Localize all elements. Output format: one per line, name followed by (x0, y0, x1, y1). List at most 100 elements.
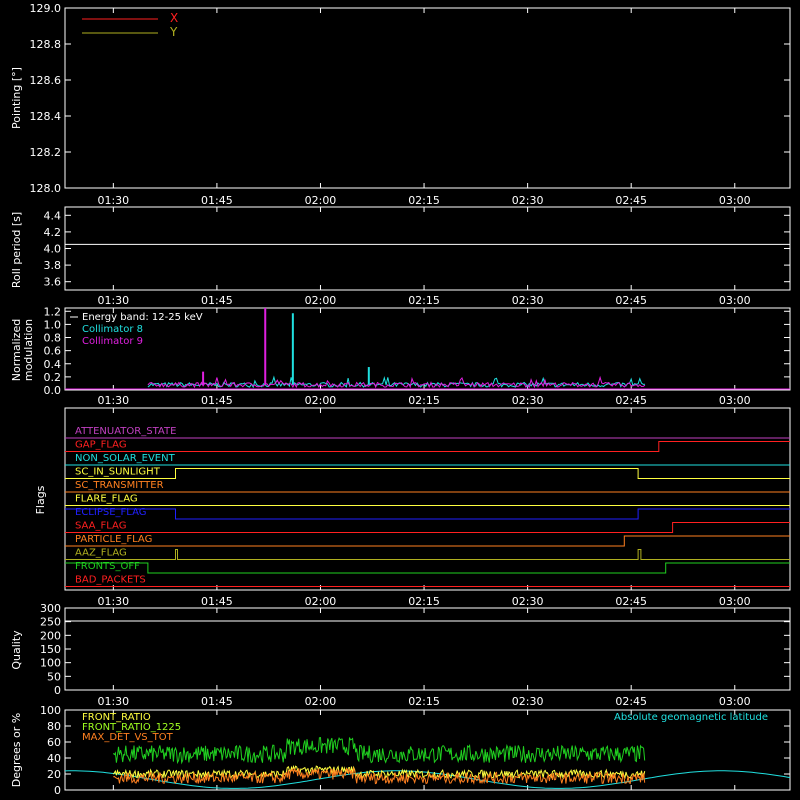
flag-trace-particle-flag (65, 535, 790, 547)
front-ratio-1225-trace (112, 737, 646, 765)
y-tick-label: 0.4 (44, 358, 62, 371)
flag-label-flare-flag: FLARE_FLAG (75, 494, 138, 505)
y-tick-label: 0.2 (44, 371, 62, 384)
time-tick-label: 01:30 (97, 394, 129, 407)
y-tick-label: 80 (47, 720, 61, 733)
time-tick-label: 02:45 (615, 194, 647, 207)
time-tick-label: 02:30 (512, 595, 544, 608)
flag-label-sc-in-sunlight: SC_IN_SUNLIGHT (75, 467, 161, 478)
time-tick-label: 02:00 (305, 294, 337, 307)
y-tick-label: 200 (40, 629, 61, 642)
y-axis-label: Flags (34, 485, 47, 514)
time-tick-label: 02:30 (512, 394, 544, 407)
time-tick-label: 01:45 (201, 294, 233, 307)
y-tick-label: 100 (40, 657, 61, 670)
y-tick-label: 100 (40, 704, 61, 717)
flag-label-attenuator-state: ATTENUATOR_STATE (75, 426, 176, 437)
legend-collimator-8: Collimator 8 (82, 324, 143, 335)
time-tick-label: 02:30 (512, 695, 544, 708)
time-tick-label: 02:15 (408, 294, 440, 307)
y-axis-label-line2: modulation (22, 319, 35, 381)
y-tick-label: 1.0 (44, 318, 62, 331)
time-tick-label: 02:15 (408, 595, 440, 608)
flag-label-bad-packets: BAD_PACKETS (75, 575, 146, 586)
y-tick-label: 60 (47, 736, 61, 749)
time-tick-label: 01:45 (201, 595, 233, 608)
time-tick-label: 01:30 (97, 294, 129, 307)
y-tick-label: 3.6 (44, 276, 62, 289)
time-tick-label: 02:45 (615, 695, 647, 708)
y-tick-label: 40 (47, 752, 61, 765)
y-axis-label: Quality (10, 630, 23, 670)
time-tick-label: 01:30 (97, 194, 129, 207)
y-tick-label: 128.2 (30, 146, 62, 159)
y-tick-label: 0 (54, 684, 61, 697)
time-tick-label: 02:15 (408, 194, 440, 207)
time-tick-label: 01:30 (97, 695, 129, 708)
time-tick-label: 03:00 (719, 294, 751, 307)
y-tick-label: 128.8 (30, 38, 62, 51)
y-tick-label: 4.0 (44, 243, 62, 256)
y-axis-label: Degrees or % (10, 713, 23, 787)
time-tick-label: 02:30 (512, 194, 544, 207)
flag-label-gap-flag: GAP_FLAG (75, 440, 127, 451)
y-tick-label: 0.0 (44, 384, 62, 397)
y-tick-label: 128.4 (30, 110, 62, 123)
pointing-panel: 128.0 128.2 128.4 128.6 128.8 129.0 Pointing [… (10, 2, 791, 207)
ratio-panel: 020406080100Degrees or % FRONT_RATIOFRONT… (10, 704, 791, 797)
hessi-observing-summary: 128.0 128.2 128.4 128.6 128.8 129.0 Pointing [… (0, 0, 800, 800)
time-tick-label: 03:00 (719, 695, 751, 708)
legend-y-label: Y (169, 25, 178, 39)
time-tick-label: 02:00 (305, 394, 337, 407)
y-tick-label: 1.2 (44, 305, 62, 318)
roll-period-panel: 3.6 3.8 4.0 4.2 4.4 Roll period [s] 01:30 01:45… (10, 206, 791, 307)
y-tick-label: 0.8 (44, 332, 62, 345)
time-tick-label: 01:30 (97, 595, 129, 608)
time-tick-label: 02:45 (615, 294, 647, 307)
y-tick-label: 129.0 (30, 2, 62, 15)
time-tick-label: 02:00 (305, 194, 337, 207)
legend-geomagnetic-latitude: Absolute geomagnetic latitude (614, 712, 768, 723)
modulation-panel: 0.00.20.40.60.81.01.2Normalized modulatio… (10, 305, 791, 407)
legend-x-label: X (170, 11, 178, 25)
time-tick-label: 02:15 (408, 394, 440, 407)
y-tick-label: 20 (47, 768, 61, 781)
time-tick-label: 02:45 (615, 595, 647, 608)
time-tick-label: 02:00 (305, 595, 337, 608)
time-tick-label: 01:45 (201, 194, 233, 207)
y-tick-label: 3.8 (44, 259, 62, 272)
flag-label-saa-flag: SAA_FLAG (75, 521, 126, 532)
flag-trace-sc-in-sunlight (65, 468, 790, 479)
y-tick-label: 50 (47, 670, 61, 683)
y-tick-label: 128.0 (30, 182, 62, 195)
flags-panel: 01:30 01:45 02:00 02:15 02:30 02:45 03:00 Flags… (34, 407, 791, 608)
summary-plot: 128.0 128.2 128.4 128.6 128.8 129.0 Pointing [… (10, 2, 791, 797)
time-tick-label: 03:00 (719, 194, 751, 207)
flag-label-sc-transmitter: SC_TRANSMITTER (75, 480, 164, 491)
y-tick-label: 4.4 (44, 209, 62, 222)
plot-frame (64, 206, 791, 291)
y-axis-label: Pointing [°] (10, 67, 23, 129)
y-tick-label: 300 (40, 602, 61, 615)
legend-energy-band: Energy band: 12-25 keV (82, 312, 203, 323)
time-tick-label: 01:45 (201, 695, 233, 708)
y-tick-label: 250 (40, 616, 61, 629)
y-tick-label: 128.6 (30, 74, 62, 87)
y-tick-label: 150 (40, 643, 61, 656)
y-axis-label: Roll period [s] (10, 212, 23, 288)
flag-label-non-solar-event: NON_SOLAR_EVENT (75, 453, 176, 464)
legend-max-det-vs-tot: MAX_DET_VS_TOT (82, 732, 174, 743)
legend-collimator-9: Collimator 9 (82, 336, 143, 347)
time-tick-label: 03:00 (719, 595, 751, 608)
time-tick-label: 02:15 (408, 695, 440, 708)
time-tick-label: 02:45 (615, 394, 647, 407)
plot-frame (64, 607, 791, 691)
flag-label-aaz-flag: AAZ_FLAG (75, 548, 127, 559)
time-tick-label: 01:45 (201, 394, 233, 407)
time-tick-label: 02:00 (305, 695, 337, 708)
flag-trace-fronts-off (65, 562, 790, 574)
time-tick-label: 03:00 (719, 394, 751, 407)
y-tick-label: 0.6 (44, 345, 62, 358)
flag-trace-gap-flag (65, 441, 790, 452)
y-tick-label: 4.2 (44, 226, 62, 239)
